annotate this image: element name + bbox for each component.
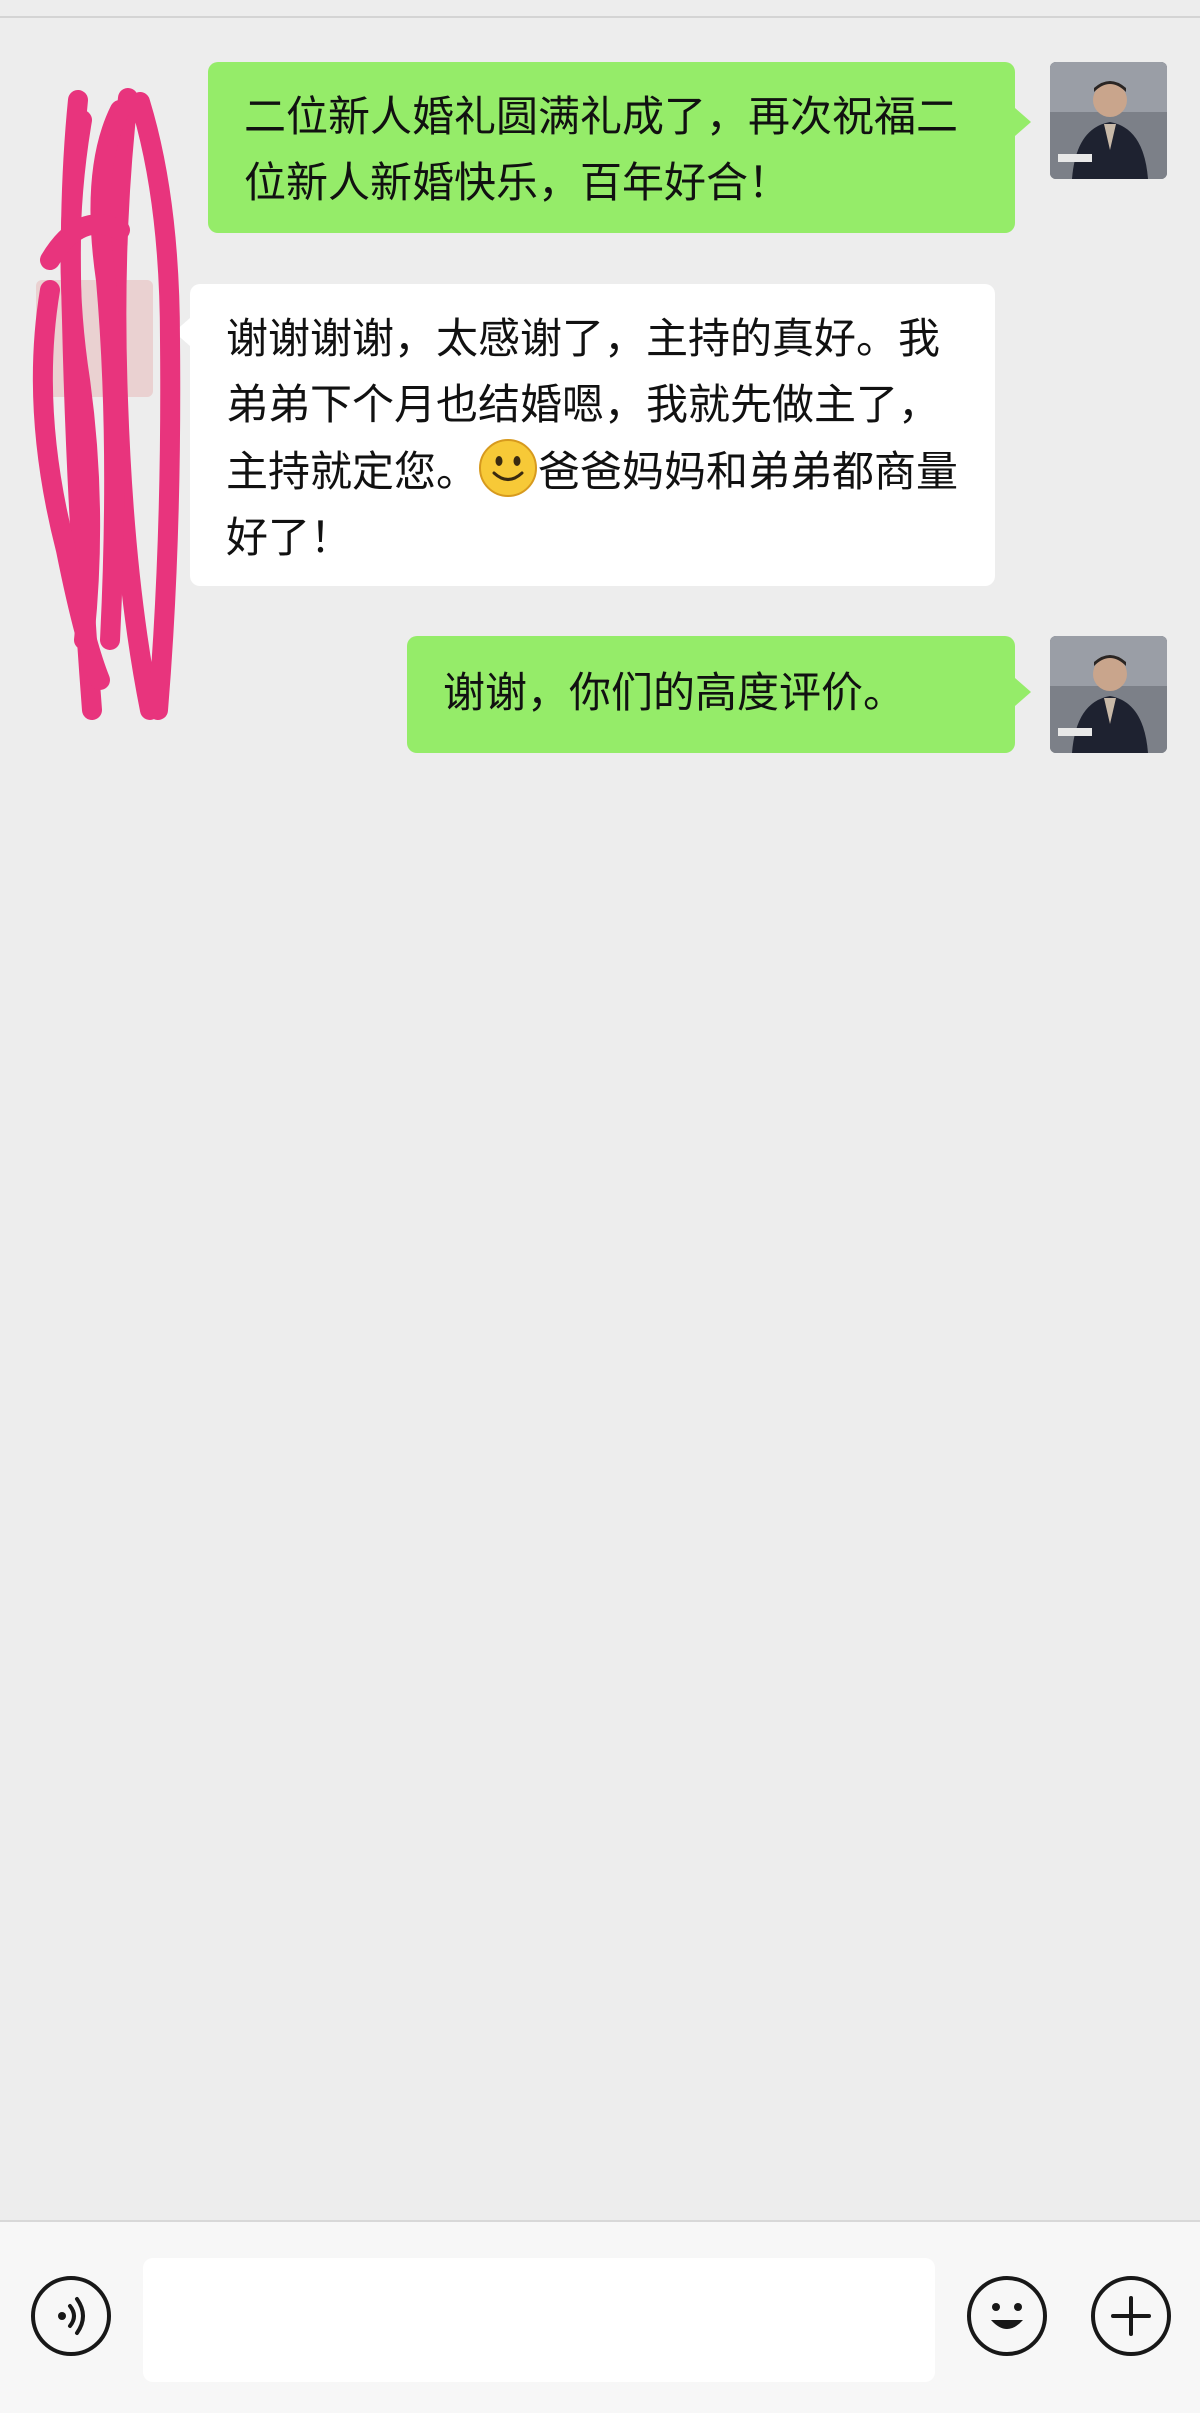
message-text: 谢谢，你们的高度评价。 <box>443 668 906 717</box>
message-input[interactable] <box>143 2258 935 2382</box>
my-avatar[interactable] <box>1050 636 1167 753</box>
my-avatar[interactable] <box>1050 62 1167 179</box>
more-button[interactable] <box>1091 2276 1171 2356</box>
chat-input-bar <box>0 2220 1200 2413</box>
plus-icon <box>1111 2296 1151 2336</box>
sent-message-bubble[interactable]: 二位新人婚礼圆满礼成了，再次祝福二位新人新婚快乐，百年好合！ <box>208 62 1015 233</box>
bubble-tail <box>1015 678 1031 706</box>
emoji-icon <box>991 2303 1023 2329</box>
top-divider <box>0 0 1200 18</box>
emoji-button[interactable] <box>967 2276 1047 2356</box>
bubble-tail <box>1015 108 1031 136</box>
voice-button[interactable] <box>31 2276 111 2356</box>
sent-message-bubble[interactable]: 谢谢，你们的高度评价。 <box>407 636 1015 753</box>
voice-icon <box>58 2297 85 2335</box>
message-text: 二位新人婚礼圆满礼成了，再次祝福二位新人新婚快乐，百年好合！ <box>244 92 959 207</box>
received-message-bubble[interactable]: 谢谢谢谢，太感谢了，主持的真好。我弟弟下个月也结婚嗯，我就先做主了，主持就定您。… <box>190 284 995 586</box>
smile-emoji-icon <box>478 438 538 498</box>
redaction-scribble <box>32 88 181 720</box>
